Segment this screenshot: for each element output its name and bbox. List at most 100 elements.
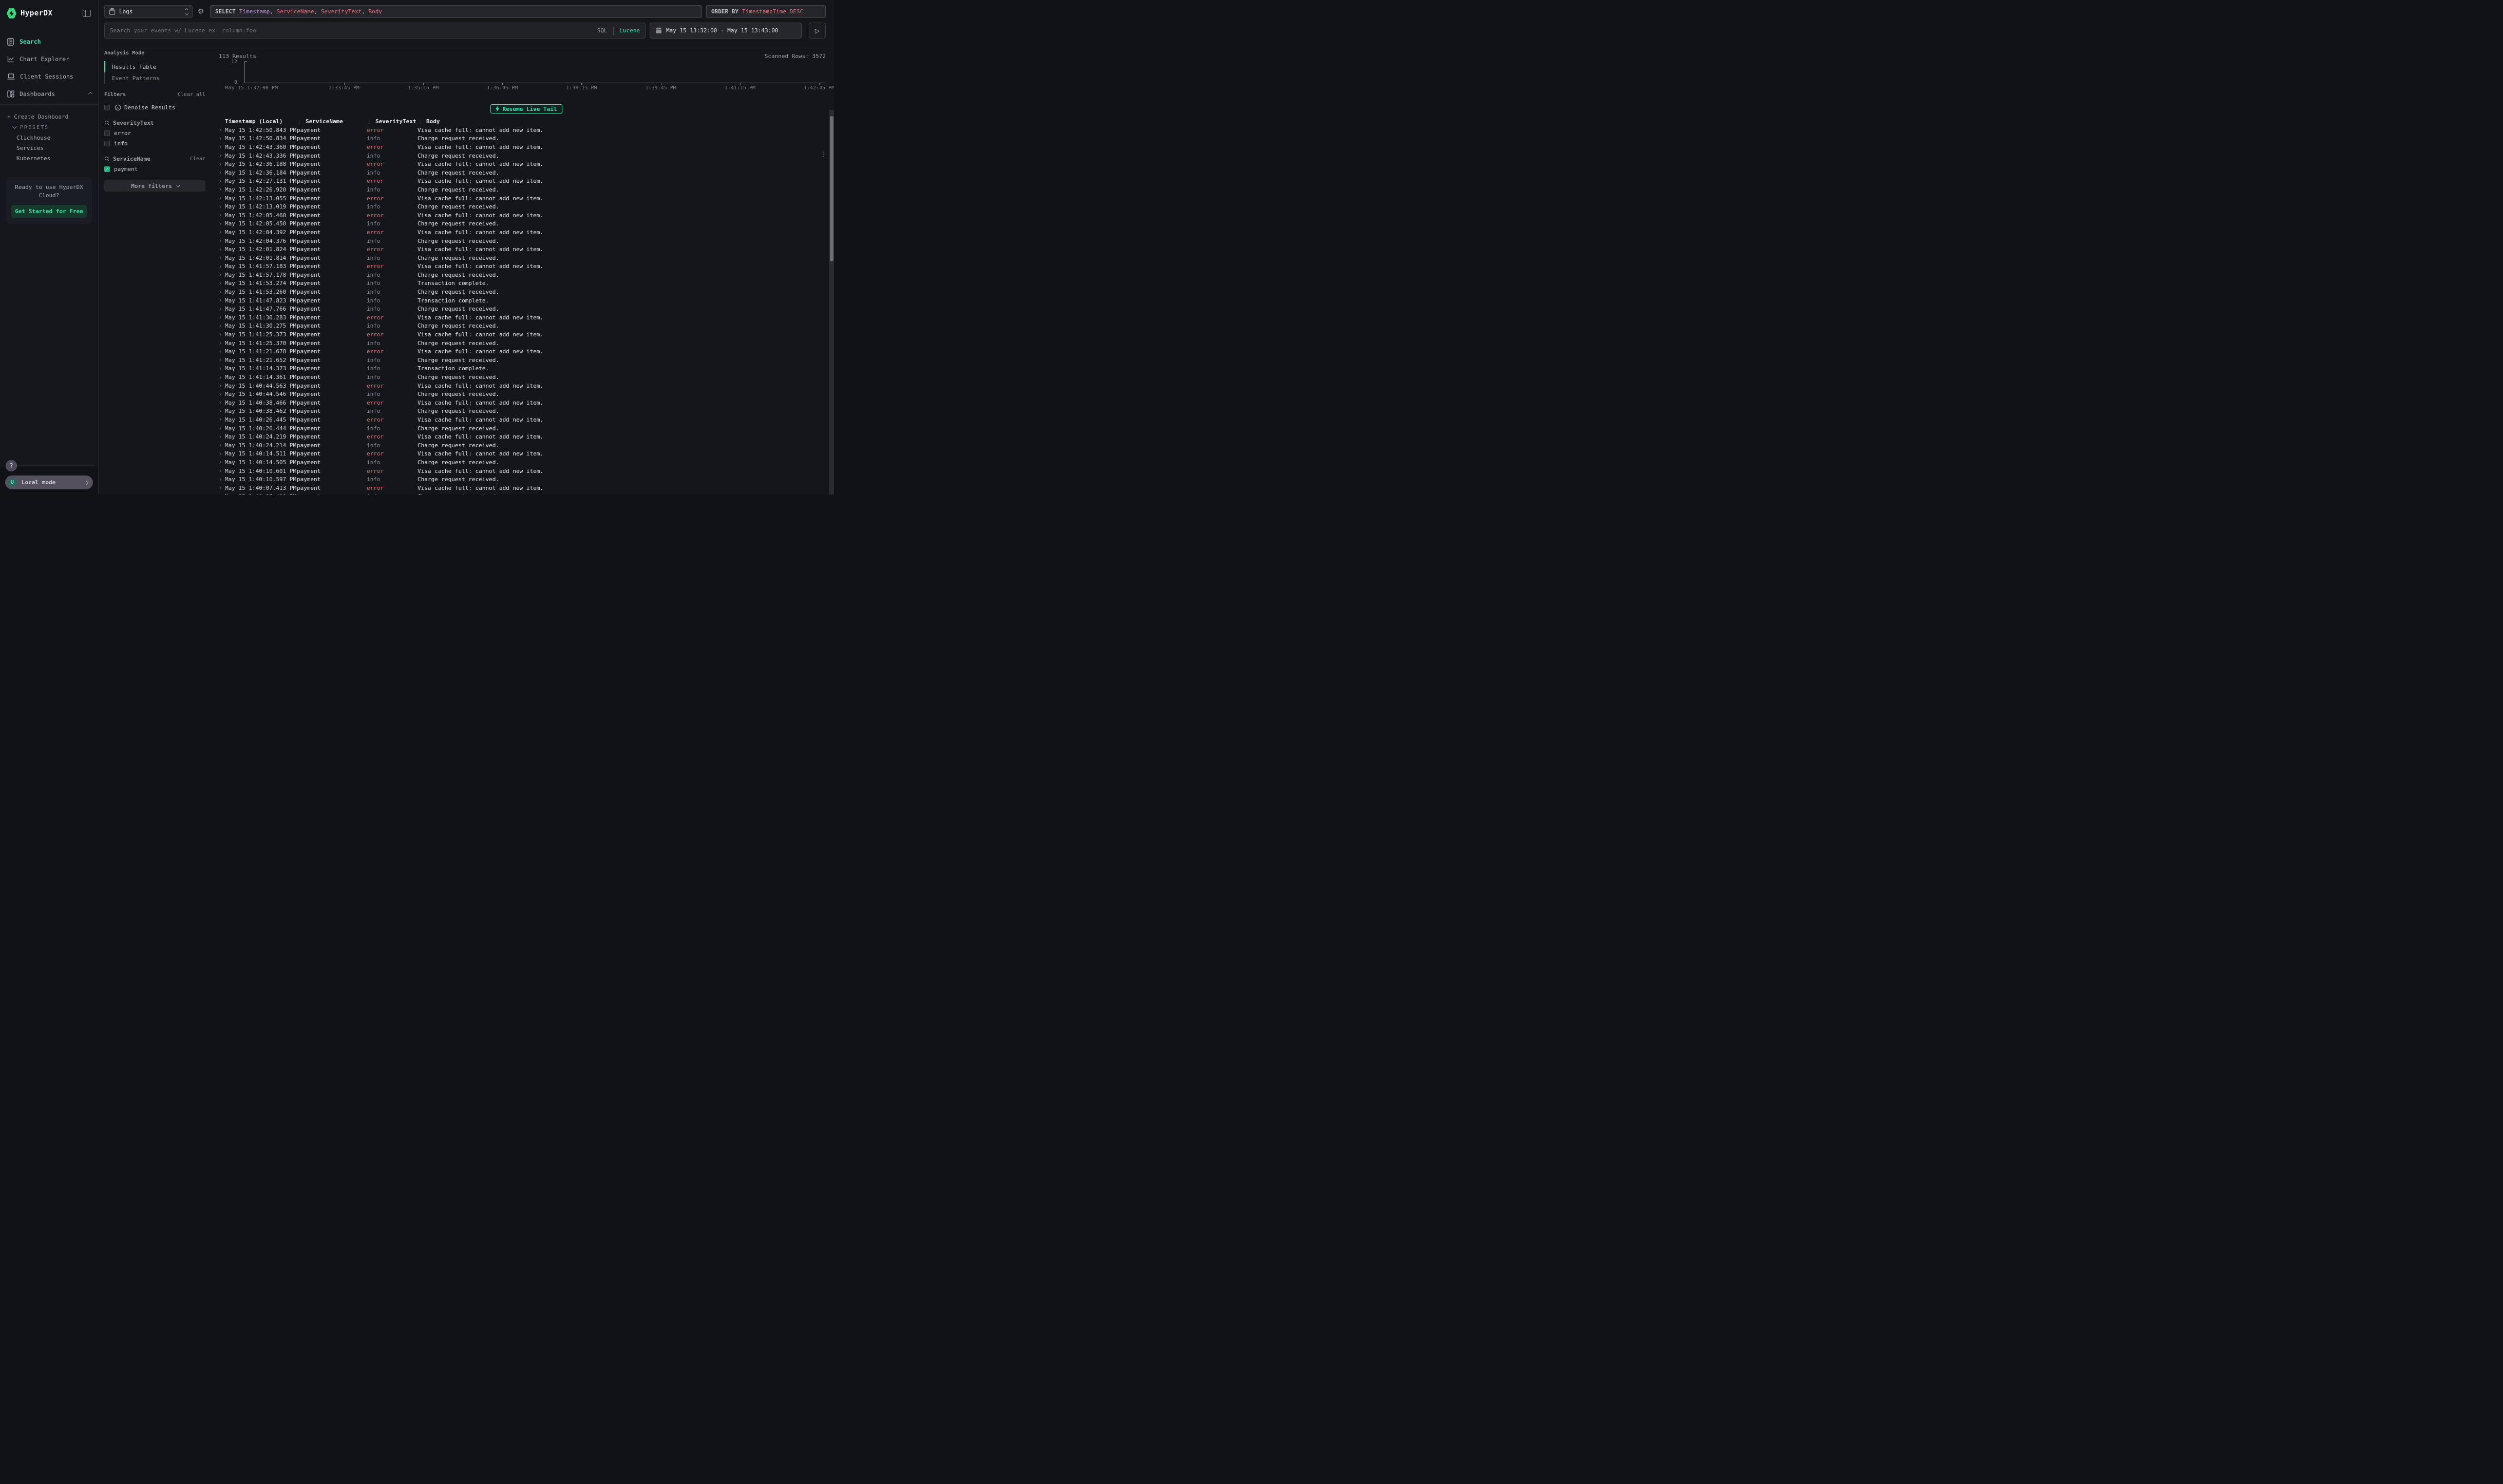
presets-toggle[interactable]: PRESETS: [7, 122, 92, 132]
row-expand-chevron-icon[interactable]: [219, 368, 225, 370]
row-expand-chevron-icon[interactable]: [219, 427, 225, 429]
row-expand-chevron-icon[interactable]: [219, 453, 225, 455]
column-resize-handle[interactable]: ⋮: [418, 119, 423, 125]
table-scrollbar-thumb[interactable]: [830, 116, 833, 261]
row-expand-chevron-icon[interactable]: [219, 257, 225, 259]
table-row[interactable]: May 15 1:41:30.283 PMpaymenterrorVisa ca…: [219, 313, 834, 322]
table-row[interactable]: May 15 1:40:26.444 PMpaymentinfoCharge r…: [219, 424, 834, 433]
checkbox-icon[interactable]: ✓: [104, 166, 110, 172]
clear-all-button[interactable]: Clear all: [178, 92, 205, 98]
row-expand-chevron-icon[interactable]: [219, 316, 225, 318]
row-expand-chevron-icon[interactable]: [219, 214, 225, 216]
row-expand-chevron-icon[interactable]: [219, 487, 225, 489]
sidebar-item-kubernetes[interactable]: Kubernetes: [7, 153, 92, 163]
row-expand-chevron-icon[interactable]: [219, 299, 225, 301]
table-row[interactable]: May 15 1:40:24.214 PMpaymentinfoCharge r…: [219, 441, 834, 450]
row-expand-chevron-icon[interactable]: [219, 274, 225, 276]
gear-icon[interactable]: ⚙: [196, 5, 205, 18]
select-clause-input[interactable]: SELECT Timestamp, ServiceName, SeverityT…: [210, 5, 702, 18]
checkbox-icon[interactable]: [104, 130, 110, 136]
table-row[interactable]: May 15 1:40:07.413 PMpaymenterrorVisa ca…: [219, 484, 834, 492]
column-header-timestamp[interactable]: Timestamp (Local): [225, 118, 297, 125]
sidebar-collapse-icon[interactable]: [83, 10, 91, 17]
row-expand-chevron-icon[interactable]: [219, 334, 225, 336]
filter-group-name[interactable]: ServiceName: [113, 156, 150, 162]
table-row[interactable]: May 15 1:40:10.601 PMpaymenterrorVisa ca…: [219, 467, 834, 475]
analysis-mode-event-patterns[interactable]: Event Patterns: [104, 72, 205, 84]
filter-option-error[interactable]: error: [104, 130, 205, 137]
row-expand-chevron-icon[interactable]: [219, 325, 225, 327]
row-expand-chevron-icon[interactable]: [219, 461, 225, 463]
table-row[interactable]: May 15 1:40:38.462 PMpaymentinfoCharge r…: [219, 407, 834, 416]
filter-group-name[interactable]: SeverityText: [113, 120, 154, 126]
table-row[interactable]: May 15 1:42:04.392 PMpaymenterrorVisa ca…: [219, 228, 834, 237]
table-row[interactable]: May 15 1:42:01.824 PMpaymenterrorVisa ca…: [219, 245, 834, 254]
table-row[interactable]: May 15 1:42:43.336 PMpaymentinfoCharge r…: [219, 151, 834, 160]
source-select[interactable]: Logs: [104, 5, 193, 18]
local-mode-button[interactable]: U Local mode: [5, 475, 93, 489]
row-expand-chevron-icon[interactable]: [219, 206, 225, 208]
column-header-body[interactable]: ⋮Body: [418, 118, 819, 125]
table-row[interactable]: May 15 1:40:44.546 PMpaymentinfoCharge r…: [219, 390, 834, 398]
row-expand-chevron-icon[interactable]: [219, 240, 225, 242]
table-row[interactable]: May 15 1:40:24.219 PMpaymenterrorVisa ca…: [219, 432, 834, 441]
table-row[interactable]: May 15 1:41:53.274 PMpaymentinfoTransact…: [219, 279, 834, 288]
row-expand-chevron-icon[interactable]: [219, 308, 225, 310]
table-row[interactable]: May 15 1:41:21.652 PMpaymentinfoCharge r…: [219, 356, 834, 365]
table-row[interactable]: May 15 1:42:13.019 PMpaymentinfoCharge r…: [219, 202, 834, 211]
table-row[interactable]: May 15 1:42:26.920 PMpaymentinfoCharge r…: [219, 185, 834, 194]
table-row[interactable]: May 15 1:40:10.597 PMpaymentinfoCharge r…: [219, 475, 834, 484]
search-input[interactable]: [110, 27, 597, 34]
row-expand-chevron-icon[interactable]: [219, 197, 225, 199]
lang-toggle-lucene[interactable]: Lucene: [619, 27, 640, 34]
row-expand-chevron-icon[interactable]: [219, 291, 225, 293]
table-row[interactable]: May 15 1:42:01.814 PMpaymentinfoCharge r…: [219, 254, 834, 262]
row-expand-chevron-icon[interactable]: [219, 155, 225, 157]
row-expand-chevron-icon[interactable]: [219, 180, 225, 182]
table-row[interactable]: May 15 1:40:26.445 PMpaymenterrorVisa ca…: [219, 415, 834, 424]
column-header-servicename[interactable]: ⋮ServiceName: [297, 118, 367, 125]
table-options-kebab-icon[interactable]: ⋮: [821, 151, 827, 157]
row-expand-chevron-icon[interactable]: [219, 223, 225, 225]
denoise-results-checkbox[interactable]: Denoise Results: [104, 104, 205, 111]
sidebar-item-services[interactable]: Services: [7, 143, 92, 153]
column-resize-handle[interactable]: ⋮: [367, 119, 372, 125]
table-row[interactable]: May 15 1:41:53.260 PMpaymentinfoCharge r…: [219, 288, 834, 296]
row-expand-chevron-icon[interactable]: [219, 163, 225, 165]
row-expand-chevron-icon[interactable]: [219, 172, 225, 174]
table-row[interactable]: May 15 1:41:25.373 PMpaymenterrorVisa ca…: [219, 330, 834, 339]
row-expand-chevron-icon[interactable]: [219, 265, 225, 268]
row-expand-chevron-icon[interactable]: [219, 138, 225, 140]
filter-option-payment[interactable]: ✓payment: [104, 166, 205, 173]
column-resize-handle[interactable]: ⋮: [297, 119, 302, 125]
create-dashboard-button[interactable]: + Create Dashboard: [7, 111, 92, 122]
table-row[interactable]: May 15 1:41:57.178 PMpaymentinfoCharge r…: [219, 271, 834, 279]
row-expand-chevron-icon[interactable]: [219, 444, 225, 446]
sidebar-item-client-sessions[interactable]: Client Sessions: [0, 68, 98, 85]
checkbox-icon[interactable]: [104, 105, 110, 110]
table-row[interactable]: May 15 1:40:14.505 PMpaymentinfoCharge r…: [219, 458, 834, 467]
row-expand-chevron-icon[interactable]: [219, 188, 225, 191]
run-query-button[interactable]: ▷: [809, 23, 826, 39]
row-expand-chevron-icon[interactable]: [219, 342, 225, 344]
table-row[interactable]: May 15 1:40:44.563 PMpaymenterrorVisa ca…: [219, 382, 834, 390]
table-row[interactable]: May 15 1:42:50.843 PMpaymenterrorVisa ca…: [219, 126, 834, 135]
table-row[interactable]: May 15 1:40:14.511 PMpaymenterrorVisa ca…: [219, 450, 834, 459]
lang-toggle-sql[interactable]: SQL: [597, 27, 608, 34]
table-row[interactable]: May 15 1:41:30.275 PMpaymentinfoCharge r…: [219, 322, 834, 331]
checkbox-icon[interactable]: [104, 141, 110, 146]
table-row[interactable]: May 15 1:42:43.360 PMpaymenterrorVisa ca…: [219, 143, 834, 151]
table-row[interactable]: May 15 1:42:05.450 PMpaymentinfoCharge r…: [219, 220, 834, 229]
filter-group-clear-button[interactable]: Clear: [190, 156, 205, 162]
row-expand-chevron-icon[interactable]: [219, 231, 225, 233]
row-expand-chevron-icon[interactable]: [219, 418, 225, 421]
row-expand-chevron-icon[interactable]: [219, 402, 225, 404]
table-row[interactable]: May 15 1:41:21.678 PMpaymenterrorVisa ca…: [219, 347, 834, 356]
filter-option-info[interactable]: info: [104, 140, 205, 147]
column-header-severitytext[interactable]: ⋮SeverityText: [367, 118, 418, 125]
table-row[interactable]: May 15 1:42:13.055 PMpaymenterrorVisa ca…: [219, 194, 834, 203]
table-row[interactable]: May 15 1:42:36.184 PMpaymentinfoCharge r…: [219, 168, 834, 177]
row-expand-chevron-icon[interactable]: [219, 282, 225, 284]
order-by-input[interactable]: ORDER BY TimestampTime DESC: [706, 5, 826, 18]
row-expand-chevron-icon[interactable]: [219, 393, 225, 395]
